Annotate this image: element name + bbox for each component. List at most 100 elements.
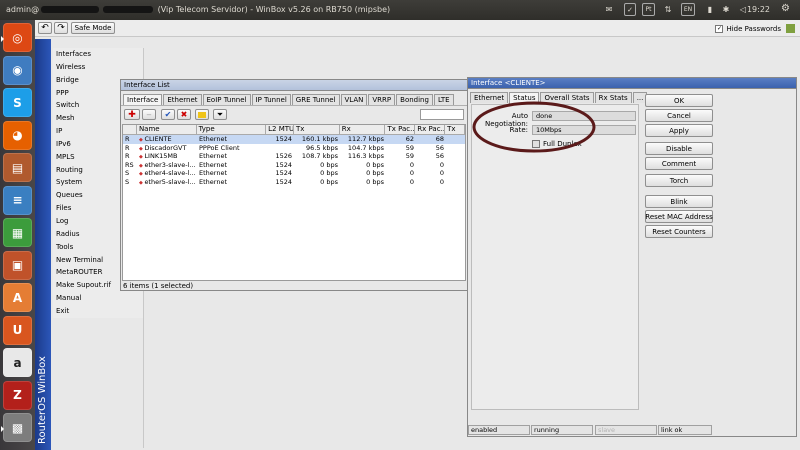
cell-text: 0 [409,169,414,178]
column-header[interactable]: Name [137,125,197,134]
column-header[interactable]: Rx [340,125,386,134]
comment-icon[interactable] [195,109,209,120]
tab-ip-tunnel[interactable]: IP Tunnel [251,94,291,105]
tab-gre-tunnel[interactable]: GRE Tunnel [291,94,340,105]
menu-item[interactable]: Manual [53,292,143,305]
menu-item[interactable]: Interfaces [53,48,143,61]
indicator-icon[interactable]: ✓ [624,3,636,16]
cell-text: S [125,177,130,186]
cell-text: 0 bps [366,160,384,169]
table-row[interactable]: R ◆ CLIENTE Ethernet 1524 160.1 kbps 112.7 kb… [123,135,465,144]
table-row[interactable]: R ◆ DiscadorGVT PPPoE Client 96.5 kbps 104.7… [123,144,465,153]
winbox-icon[interactable]: ▩ [1,413,32,442]
cell-text: 0 bps [320,177,338,186]
tab-rx-stats[interactable]: Rx Stats [594,92,632,103]
network-icon[interactable]: ⇅ [662,3,674,16]
column-header[interactable]: Type [197,125,267,134]
status-panel: Auto Negotiation: done Rate: 10Mbps Full… [471,101,639,410]
interface-detail-title[interactable]: Interface <CLIENTE> [468,78,796,89]
comment-button[interactable]: Comment [645,157,713,170]
table-cell: 56 [417,144,447,153]
table-cell: 1524 [267,178,295,187]
menu-item-label: Files [56,204,72,213]
column-header[interactable] [123,125,137,134]
software-center-icon[interactable]: A [3,283,32,312]
keyboard-indicator[interactable]: EN [681,3,695,16]
table-row[interactable]: R ◆ LINK15MB Ethernet 1526 108.7 kbps 116.3 k… [123,152,465,161]
column-header[interactable]: Tx [445,125,466,134]
column-header[interactable]: Tx Pac... [385,125,416,134]
bluetooth-icon[interactable]: ✱ [721,3,731,16]
tab-lte[interactable]: LTE [433,94,454,105]
safe-mode-button[interactable]: Safe Mode [71,22,115,34]
ok-button[interactable]: OK [645,94,713,107]
table-cell: 62 [387,135,417,144]
interface-list-tabs: Interface Ethernet EoIP Tunnel IP Tunnel GRE… [121,91,467,106]
tab-eoip-tunnel[interactable]: EoIP Tunnel [202,94,251,105]
filter-icon[interactable]: ⏷ [213,109,227,120]
list-toolbar: ✚ − ✔ ✖ ⏷ [121,105,467,122]
table-cell: ◆ ether4-slave-l... [137,169,197,178]
redo-icon[interactable]: ↷ [54,22,68,34]
remove-button[interactable]: − [142,109,156,120]
table-row[interactable]: S ◆ ether4-slave-l... Ethernet 1524 0 bps 0 b… [123,169,465,178]
tab-ethernet[interactable]: Ethernet [163,94,202,105]
interface-list-title[interactable]: Interface List [121,80,467,91]
disable-button[interactable]: Disable [645,142,713,155]
cell-text: 0 bps [320,169,338,178]
impress-icon[interactable]: ▣ [3,250,32,280]
menu-item[interactable]: Wireless [53,61,143,74]
calc-icon[interactable]: ▦ [3,218,32,247]
hide-passwords-checkbox[interactable]: ✓ [715,24,724,33]
clock[interactable]: 19:22 [747,5,770,14]
blink-button[interactable]: Blink [645,195,713,208]
table-row[interactable]: RS ◆ ether3-slave-l... Ethernet 1524 0 bps 0 … [123,161,465,170]
cell-text: 68 [435,135,444,143]
menu-item-label: Exit [56,306,70,315]
battery-icon[interactable]: ▮ [705,3,715,16]
table-header: Name Type L2 MTU Tx Rx Tx Pac... Rx Pac... Tx [123,125,466,135]
find-input[interactable] [420,109,464,120]
menu-item[interactable]: Exit [53,305,143,318]
hide-passwords-toggle[interactable]: ✓ Hide Passwords [715,24,795,33]
gear-icon[interactable]: ⚙ [781,3,790,14]
tab-bonding[interactable]: Bonding [396,94,433,105]
torch-button[interactable]: Torch [645,174,713,187]
cell-text: RS [125,160,134,169]
cell-text: 1524 [275,160,292,169]
cell-text: Ethernet [199,152,227,161]
reset-mac-address-button[interactable]: Reset MAC Address [645,210,713,223]
skype-icon[interactable]: S [3,88,32,117]
cell-text: 62 [405,135,414,143]
cell-text: 96.5 kbps [306,143,338,152]
disable-x-button[interactable]: ✖ [177,109,191,120]
menu-item-label: MPLS [56,152,75,161]
table-cell: Ethernet [197,161,267,170]
ubuntu-dash-icon[interactable]: ◎ [1,23,32,52]
files-icon[interactable]: ▤ [3,153,32,182]
column-header[interactable]: L2 MTU [266,125,294,134]
mail-icon[interactable]: ✉ [604,3,614,16]
chromium-icon[interactable]: ◉ [3,55,32,85]
apply-button[interactable]: Apply [645,124,713,137]
tab-vrrp[interactable]: VRRP [368,94,396,105]
cancel-button[interactable]: Cancel [645,109,713,122]
firefox-icon[interactable]: ◕ [3,120,32,150]
cell-text: S [125,169,130,178]
amazon-icon[interactable]: a [3,348,32,377]
undo-icon[interactable]: ↶ [38,22,52,34]
enable-button[interactable]: ✔ [161,109,175,120]
tab-vlan[interactable]: VLAN [340,94,368,105]
filezilla-icon[interactable]: Z [3,380,32,410]
ubuntu-one-icon[interactable]: U [3,315,32,345]
table-body: R ◆ CLIENTE Ethernet 1524 160.1 kbps 112.7 kb… [123,135,465,187]
writer-icon[interactable]: ≡ [3,185,32,215]
pt-indicator[interactable]: Pt [642,3,655,16]
column-header[interactable]: Rx Pac... [415,125,446,134]
add-button[interactable]: ✚ [124,109,140,120]
table-row[interactable]: S ◆ ether5-slave-l... Ethernet 1524 0 bps 0 b… [123,178,465,187]
cell-text: 112.7 kbps [347,135,384,143]
reset-counters-button[interactable]: Reset Counters [645,225,713,238]
column-header[interactable]: Tx [294,125,340,134]
status-field: enabled [468,425,530,435]
